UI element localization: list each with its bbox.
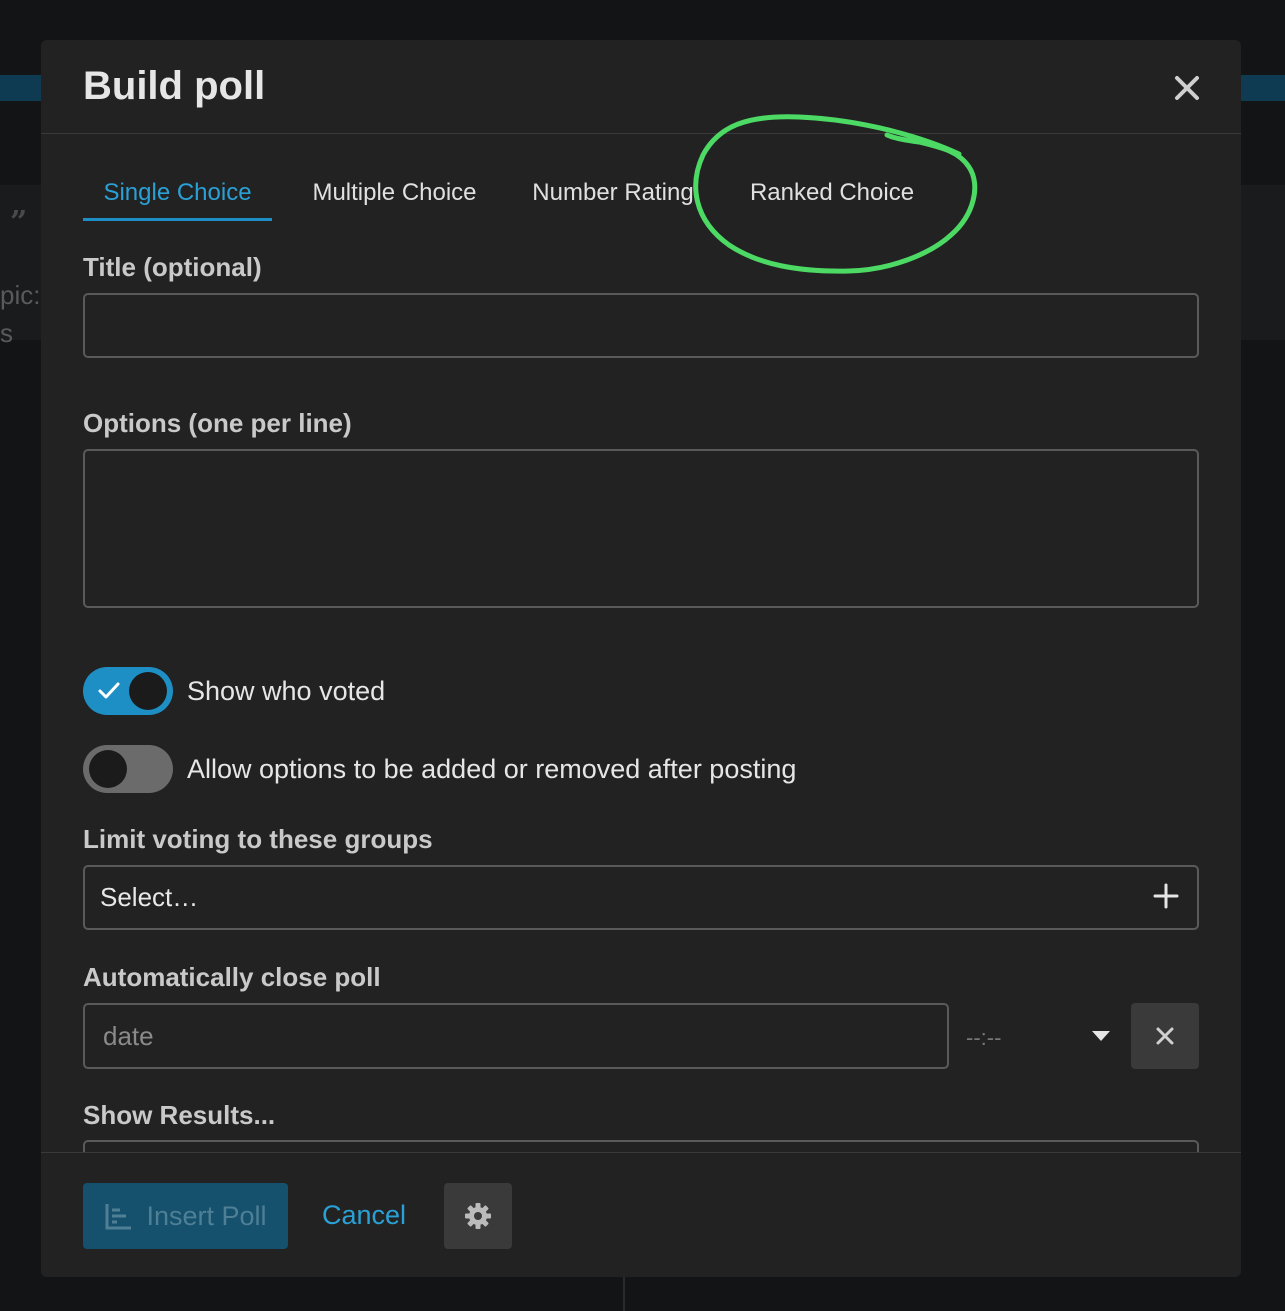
caret-down-icon[interactable] [1091,1030,1111,1042]
tab-single-choice[interactable]: Single Choice [83,175,272,221]
background-text: s [0,318,13,348]
gear-icon [465,1203,491,1229]
poll-type-tabs: Single Choice Multiple Choice Number Rat… [83,175,1199,221]
background-divider [623,1276,625,1311]
title-label: Title (optional) [83,252,262,282]
insert-poll-label: Insert Poll [146,1200,267,1231]
close-icon [1175,76,1199,100]
toggle-knob [89,750,127,788]
date-input[interactable]: date [83,1003,949,1069]
cancel-button[interactable]: Cancel [322,1200,406,1231]
quote-icon: ” [10,205,28,240]
tab-ranked-choice[interactable]: Ranked Choice [747,175,917,221]
tab-multiple-choice[interactable]: Multiple Choice [307,175,482,221]
allow-options-edit-toggle[interactable] [83,745,173,793]
background-text: pic: [0,280,41,310]
allow-options-edit-toggle-row[interactable]: Allow options to be added or removed aft… [83,745,796,793]
close-icon [1156,1027,1174,1045]
checkmark-icon [98,682,120,699]
auto-close-label: Automatically close poll [83,962,381,992]
modal-title: Build poll [83,64,266,108]
date-placeholder: date [103,1020,154,1051]
options-label: Options (one per line) [83,408,352,438]
show-who-voted-toggle[interactable] [83,667,173,715]
title-input[interactable] [83,293,1199,358]
groups-select[interactable]: Select… [83,865,1199,930]
show-who-voted-toggle-row[interactable]: Show who voted [83,667,385,715]
settings-button[interactable] [444,1183,512,1249]
build-poll-modal: Build poll Single Choice Multiple Choice… [41,40,1241,1277]
show-results-label: Show Results... [83,1100,276,1130]
show-who-voted-label: Show who voted [187,675,386,706]
chart-icon [105,1204,132,1230]
insert-poll-button[interactable]: Insert Poll [83,1183,288,1249]
allow-options-edit-label: Allow options to be added or removed aft… [187,753,797,784]
plus-icon [1153,883,1179,909]
modal-footer: Insert Poll Cancel [41,1152,1241,1277]
options-textarea[interactable] [83,449,1199,608]
close-button[interactable] [1167,68,1207,108]
tab-number-rating[interactable]: Number Rating [528,175,698,221]
time-input[interactable]: --:-- [966,1025,1001,1051]
modal-header: Build poll [41,40,1241,134]
groups-placeholder: Select… [100,882,199,912]
clear-date-button[interactable] [1131,1003,1199,1069]
toggle-knob [129,672,167,710]
groups-label: Limit voting to these groups [83,824,433,854]
